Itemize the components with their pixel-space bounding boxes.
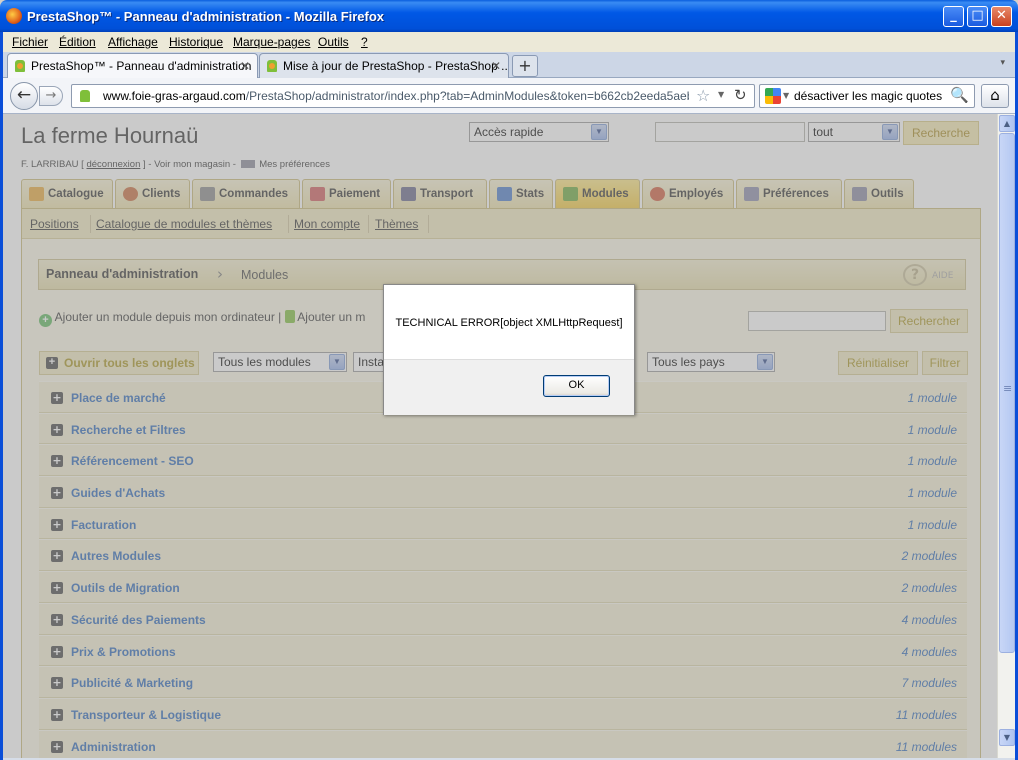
browser-tab-label: PrestaShop™ - Panneau d'administration: [31, 59, 252, 73]
forward-button[interactable]: →: [39, 86, 63, 106]
new-tab-button[interactable]: +: [512, 55, 538, 77]
menu-fichier[interactable]: Fichier: [12, 35, 48, 49]
browser-tab-update[interactable]: Mise à jour de PrestaShop - PrestaShop .…: [259, 53, 509, 78]
scroll-thumb[interactable]: [999, 133, 1015, 653]
dialog-footer: OK: [384, 359, 634, 415]
reload-icon[interactable]: ↻: [734, 86, 747, 104]
home-button[interactable]: ⌂: [981, 84, 1009, 108]
bookmark-star-icon[interactable]: ☆: [696, 86, 710, 105]
web-search-bar[interactable]: ▼ désactiver les magic quotes 🔍: [759, 84, 975, 108]
firefox-icon: [6, 8, 22, 24]
prestashop-favicon-icon: [15, 60, 25, 72]
close-window-button[interactable]: ✕: [991, 6, 1012, 27]
minimize-button[interactable]: _: [943, 6, 964, 27]
close-tab-icon[interactable]: ✕: [491, 59, 501, 73]
window-titlebar: PrestaShop™ - Panneau d'administration -…: [0, 0, 1018, 32]
menu-bar: Fichier Édition Affichage Historique Mar…: [3, 32, 1015, 52]
url-bar[interactable]: www.foie-gras-argaud.com/PrestaShop/admi…: [71, 84, 755, 108]
browser-tab-admin[interactable]: PrestaShop™ - Panneau d'administration ✕: [7, 53, 258, 78]
scroll-down-arrow-icon[interactable]: ▼: [999, 729, 1015, 746]
page-viewport: La ferme Hournaü F. LARRIBAU [ déconnexi…: [3, 114, 997, 758]
error-message: TECHNICAL ERROR[object XMLHttpRequest]: [395, 317, 623, 329]
search-engine-dropdown-icon[interactable]: ▼: [783, 91, 789, 100]
web-search-input[interactable]: désactiver les magic quotes: [794, 89, 942, 103]
modal-overlay: [3, 114, 997, 758]
tab-list-icon[interactable]: ▾: [1000, 58, 1005, 68]
close-tab-icon[interactable]: ✕: [240, 59, 250, 73]
google-icon[interactable]: [765, 88, 781, 104]
browser-tab-label: Mise à jour de PrestaShop - PrestaShop .…: [283, 59, 509, 73]
search-icon[interactable]: 🔍: [950, 86, 969, 104]
menu-affichage[interactable]: Affichage: [108, 35, 158, 49]
window-title: PrestaShop™ - Panneau d'administration -…: [27, 9, 385, 24]
navigation-toolbar: ← → www.foie-gras-argaud.com/PrestaShop/…: [3, 78, 1015, 114]
url-history-dropdown-icon[interactable]: ▼: [718, 90, 724, 99]
scroll-up-arrow-icon[interactable]: ▲: [999, 115, 1015, 132]
back-button[interactable]: ←: [10, 82, 38, 110]
menu-historique[interactable]: Historique: [169, 35, 223, 49]
error-dialog: TECHNICAL ERROR[object XMLHttpRequest] O…: [383, 284, 635, 415]
menu-marque-pages[interactable]: Marque-pages: [233, 35, 310, 49]
maximize-button[interactable]: □: [967, 6, 988, 27]
page-scrollbar[interactable]: ▲ ▼: [997, 114, 1015, 758]
menu-outils[interactable]: Outils: [318, 35, 349, 49]
site-favicon-icon: [80, 90, 90, 102]
url-text: www.foie-gras-argaud.com/PrestaShop/admi…: [103, 89, 689, 103]
browser-tab-bar: PrestaShop™ - Panneau d'administration ✕…: [3, 52, 1015, 78]
prestashop-favicon-icon: [267, 60, 277, 72]
menu-edition[interactable]: Édition: [59, 35, 96, 49]
ok-button[interactable]: OK: [543, 375, 610, 397]
menu-help[interactable]: ?: [361, 35, 368, 49]
